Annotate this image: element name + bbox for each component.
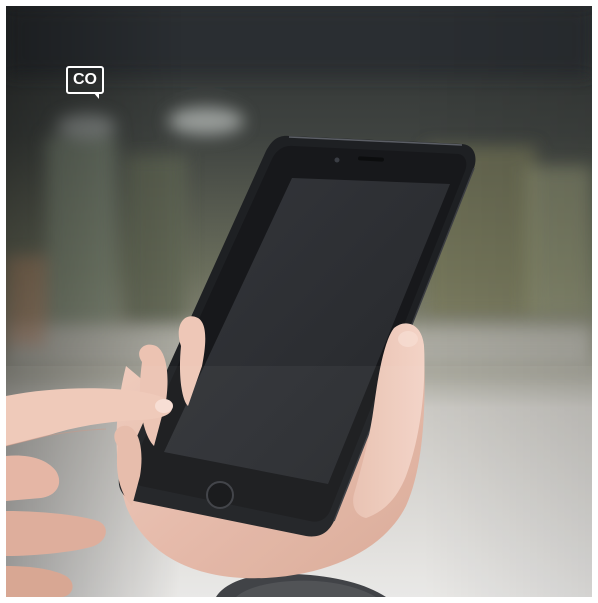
photo-frame: CO: [6, 6, 592, 597]
brand-logo: CO: [66, 66, 106, 99]
front-camera: [334, 157, 340, 163]
speech-bubble-logo-icon: CO: [66, 66, 104, 94]
speech-bubble-tail: [93, 92, 99, 99]
